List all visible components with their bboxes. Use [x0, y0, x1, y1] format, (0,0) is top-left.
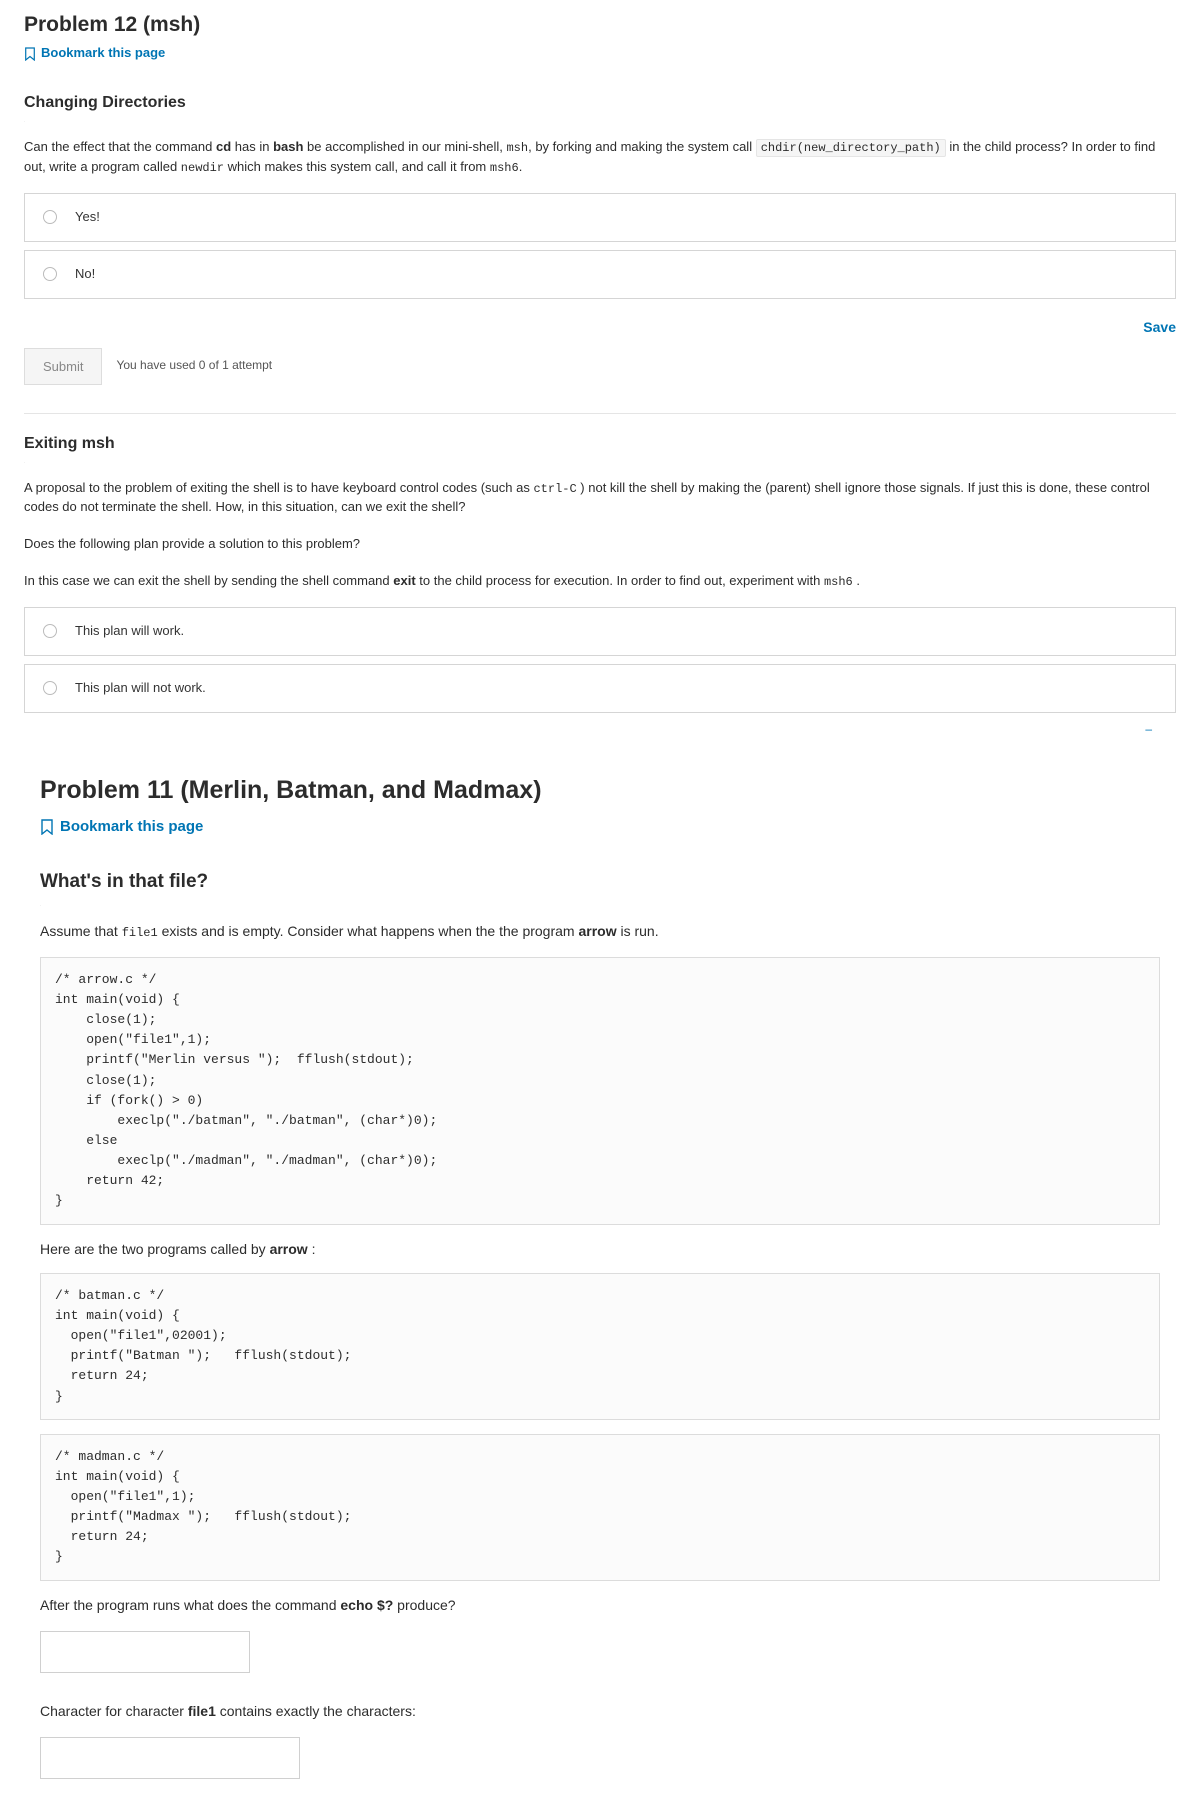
submit-button[interactable]: Submit [24, 348, 102, 385]
choice-label: Yes! [75, 208, 100, 227]
answer-input-echo[interactable] [40, 1631, 250, 1673]
attempts-text: You have used 0 of 1 attempt [116, 357, 272, 374]
exiting-para-3: In this case we can exit the shell by se… [24, 572, 1176, 591]
bookmark-label: Bookmark this page [41, 44, 165, 63]
section-heading-whats-in-file: What's in that file? [40, 868, 1160, 896]
problem-title: Problem 12 (msh) [24, 10, 1176, 40]
bookmark-icon [24, 47, 36, 61]
tiny-placeholder: . [24, 459, 1176, 465]
tiny-placeholder: . [24, 118, 1176, 124]
exiting-para-2: Does the following plan provide a soluti… [24, 535, 1176, 554]
question-file-contents: Character for character file1 contains e… [40, 1701, 1160, 1721]
choice-label: This plan will work. [75, 622, 184, 641]
question-echo: After the program runs what does the com… [40, 1595, 1160, 1615]
radio-icon [43, 681, 57, 695]
code-block-batman: /* batman.c */ int main(void) { open("fi… [40, 1273, 1160, 1420]
choice-label: No! [75, 265, 95, 284]
divider [24, 413, 1176, 414]
mid-text: Here are the two programs called by arro… [40, 1239, 1160, 1259]
exiting-para-1: A proposal to the problem of exiting the… [24, 479, 1176, 517]
radio-icon [43, 210, 57, 224]
tiny-placeholder: . [40, 902, 1160, 908]
choice-plan-not-works[interactable]: This plan will not work. [24, 664, 1176, 713]
collapse-caret[interactable]: – [24, 721, 1176, 738]
bookmark-label: Bookmark this page [60, 816, 203, 838]
bookmark-link[interactable]: Bookmark this page [24, 44, 1176, 63]
answer-input-file-contents[interactable] [40, 1737, 300, 1779]
bookmark-link[interactable]: Bookmark this page [40, 816, 1160, 838]
choice-group-exit: This plan will work. This plan will not … [24, 607, 1176, 713]
intro-text: Assume that file1 exists and is empty. C… [40, 921, 1160, 942]
radio-icon [43, 624, 57, 638]
section-heading-changing-dirs: Changing Directories [24, 91, 1176, 114]
choice-label: This plan will not work. [75, 679, 206, 698]
question-text-cd: Can the effect that the command cd has i… [24, 138, 1176, 177]
choice-plan-works[interactable]: This plan will work. [24, 607, 1176, 656]
section-heading-exiting: Exiting msh [24, 432, 1176, 455]
radio-icon [43, 267, 57, 281]
code-block-arrow: /* arrow.c */ int main(void) { close(1);… [40, 957, 1160, 1225]
choice-yes[interactable]: Yes! [24, 193, 1176, 242]
code-block-madman: /* madman.c */ int main(void) { open("fi… [40, 1434, 1160, 1581]
choice-no[interactable]: No! [24, 250, 1176, 299]
choice-group-cd: Yes! No! [24, 193, 1176, 299]
problem-title: Problem 11 (Merlin, Batman, and Madmax) [40, 772, 1160, 808]
bookmark-icon [40, 819, 54, 835]
save-button[interactable]: Save [1143, 319, 1176, 335]
